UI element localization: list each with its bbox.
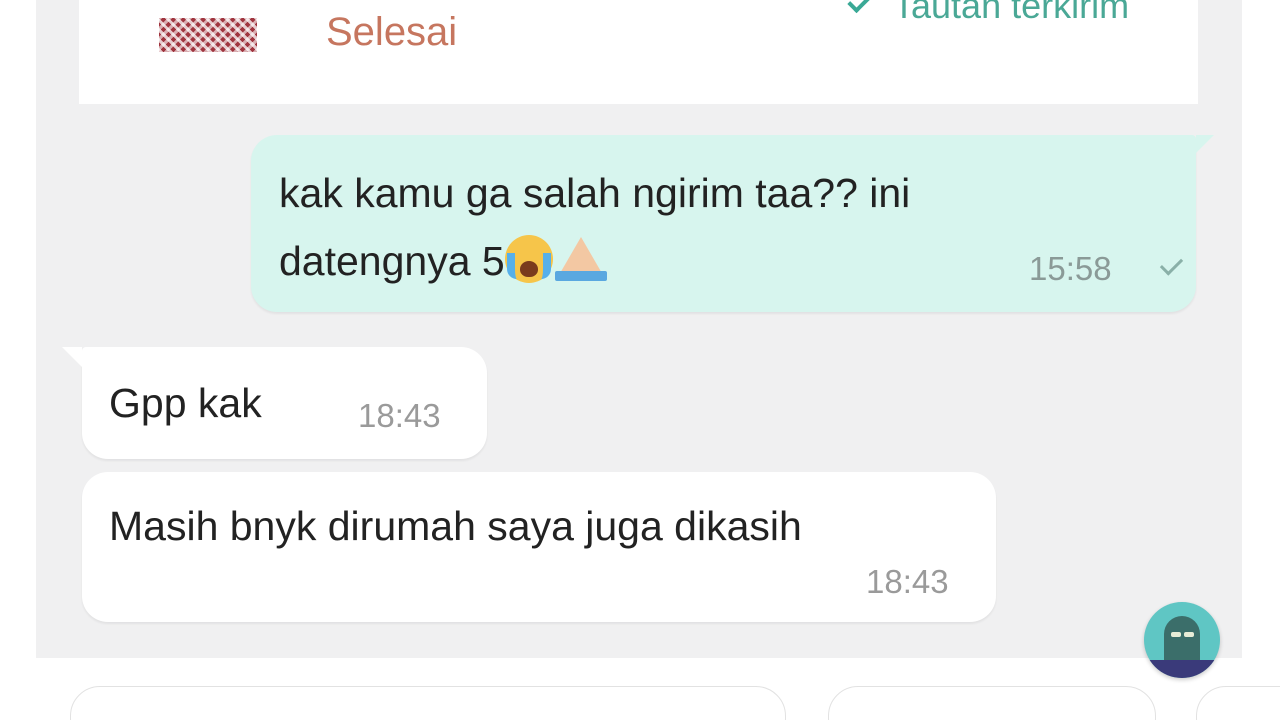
message-time: 18:43 [358, 397, 441, 434]
order-card[interactable]: Selesai Tautan terkirim [79, 0, 1198, 104]
link-sent-status: Tautan terkirim [847, 0, 1130, 26]
incoming-message-bubble[interactable]: Gpp kak 18:43 [62, 347, 487, 459]
avatar-eye-right [1184, 632, 1194, 637]
loudly-crying-face-icon [504, 235, 553, 283]
quick-reply-chip[interactable] [70, 686, 786, 720]
message-text: Masih bnyk dirumah saya juga dikasih [109, 503, 802, 549]
avatar-base [1144, 660, 1220, 678]
incoming-message-bubble[interactable]: Masih bnyk dirumah saya juga dikasih 18:… [82, 472, 996, 622]
sent-check-icon [1159, 252, 1184, 276]
order-status: Selesai [326, 10, 458, 54]
message-time: 18:43 [866, 563, 949, 600]
link-sent-label: Tautan terkirim [893, 0, 1130, 26]
checkmark-icon [847, 0, 871, 14]
folded-hands-icon [553, 235, 613, 281]
avatar-eye-left [1171, 632, 1181, 637]
chat-assistant-avatar-button[interactable] [1144, 602, 1220, 678]
product-thumbnail[interactable] [159, 18, 257, 52]
quick-reply-chip[interactable] [828, 686, 1156, 720]
message-text: Gpp kak [109, 380, 262, 426]
message-time: 15:58 [1029, 250, 1112, 287]
outgoing-message-bubble[interactable]: kak kamu ga salah ngirim taa?? ini daten… [251, 135, 1214, 312]
quick-reply-chip[interactable] [1196, 686, 1280, 720]
message-text: kak kamu ga salah ngirim taa?? ini daten… [279, 159, 1139, 295]
chat-screen: Selesai Tautan terkirim kak kamu ga sala… [0, 0, 1280, 720]
